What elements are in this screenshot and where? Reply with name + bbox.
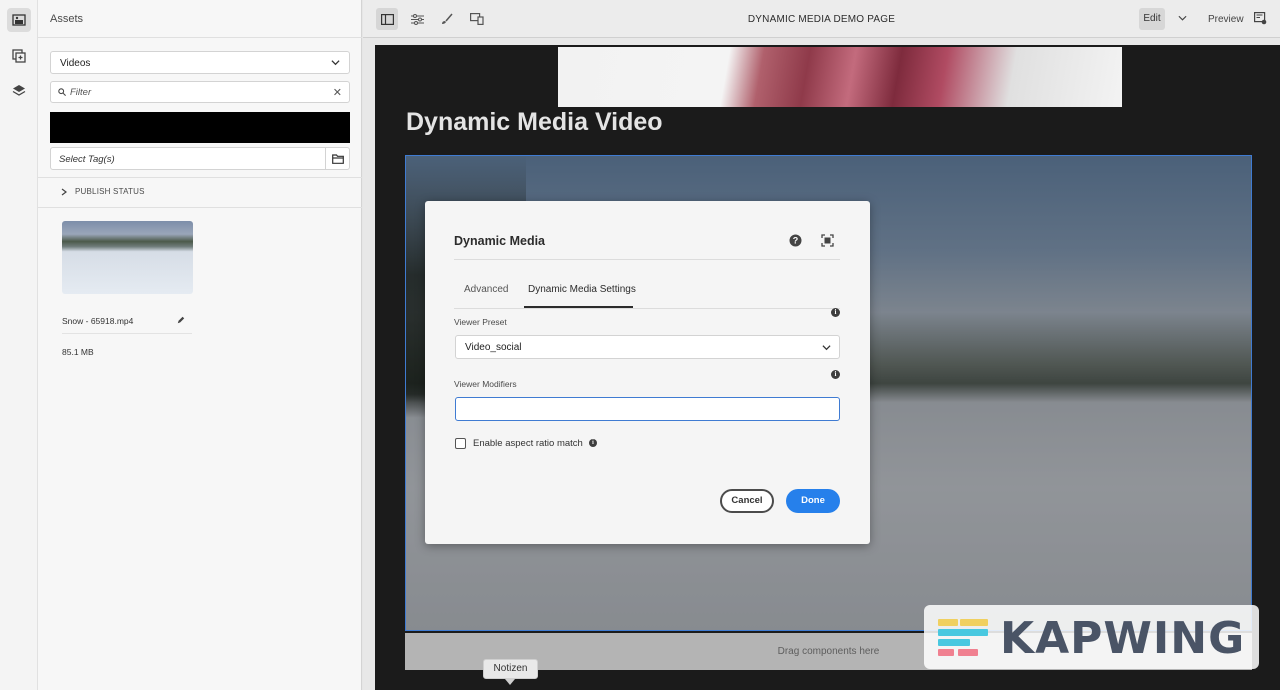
viewer-preset-label: Viewer Preset: [454, 317, 507, 327]
assets-panel: Assets Videos Filter ✕ Select Tag(s) PUB…: [38, 0, 362, 690]
search-icon: [58, 88, 66, 96]
asset-size: 85.1 MB: [62, 347, 94, 357]
logo-bar: [938, 629, 988, 636]
svg-text:?: ?: [793, 236, 799, 246]
divider: [38, 177, 362, 178]
logo-bar: [938, 639, 970, 646]
tab-advanced[interactable]: Advanced: [464, 284, 508, 295]
chevron-right-icon: [61, 188, 67, 196]
tooltip-arrow: [505, 679, 515, 685]
viewer-preset-select[interactable]: Video_social: [455, 335, 840, 359]
logo-bar: [960, 619, 988, 626]
tab-dynamic-media-settings[interactable]: Dynamic Media Settings: [528, 284, 636, 295]
aspect-ratio-checkbox[interactable]: [455, 438, 466, 449]
divider: [454, 259, 840, 260]
chevron-down-icon[interactable]: [1178, 15, 1187, 22]
tags-placeholder: Select Tag(s): [59, 154, 115, 165]
info-icon[interactable]: i: [831, 308, 840, 317]
page-heading: Dynamic Media Video: [406, 108, 663, 136]
viewer-preset-value: Video_social: [465, 342, 522, 353]
filter-placeholder: Filter: [70, 87, 92, 98]
left-rail: [0, 0, 38, 690]
help-icon[interactable]: ?: [789, 234, 802, 247]
publish-status-label: PUBLISH STATUS: [75, 187, 145, 196]
divider: [454, 308, 840, 309]
editor-toolbar: DYNAMIC MEDIA DEMO PAGE Edit Preview: [363, 0, 1280, 38]
divider: [38, 207, 362, 208]
tag-picker[interactable]: Select Tag(s): [50, 147, 350, 170]
hero-image: [558, 47, 1122, 107]
filter-input[interactable]: Filter ✕: [50, 81, 350, 103]
watermark-text: KAPWING: [1000, 613, 1246, 664]
watermark: KAPWING: [924, 605, 1259, 669]
preview-button[interactable]: Preview: [1208, 14, 1244, 25]
chevron-down-icon: [822, 345, 831, 351]
viewer-modifiers-label: Viewer Modifiers: [454, 379, 517, 389]
active-tab-indicator: [524, 306, 633, 308]
aspect-ratio-label: Enable aspect ratio match: [473, 438, 583, 449]
pencil-icon[interactable]: [177, 316, 185, 324]
viewer-modifiers-input[interactable]: [455, 397, 840, 421]
done-button[interactable]: Done: [786, 489, 840, 513]
chevron-down-icon: [331, 60, 340, 66]
logo-bar: [958, 649, 978, 656]
asset-type-value: Videos: [60, 58, 91, 69]
asset-thumbnail[interactable]: [62, 221, 193, 294]
publish-status-toggle[interactable]: PUBLISH STATUS: [61, 187, 145, 196]
logo-bar: [938, 649, 954, 656]
cancel-button[interactable]: Cancel: [720, 489, 774, 513]
dialog-title: Dynamic Media: [454, 234, 546, 248]
info-icon[interactable]: i: [589, 439, 597, 447]
asset-name: Snow - 65918.mp4: [62, 316, 134, 326]
asset-type-select[interactable]: Videos: [50, 51, 350, 74]
divider: [62, 333, 192, 334]
layers-rail-icon[interactable]: [7, 79, 31, 103]
logo-bar: [938, 619, 958, 626]
panel-title: Assets: [50, 13, 84, 25]
clear-icon[interactable]: ✕: [333, 86, 342, 99]
info-icon[interactable]: i: [831, 370, 840, 379]
dynamic-media-dialog: Dynamic Media ? Advanced Dynamic Media S…: [425, 201, 870, 544]
divider: [38, 37, 362, 38]
assets-rail-icon[interactable]: [7, 8, 31, 32]
components-rail-icon[interactable]: [7, 44, 31, 68]
redacted-block: [50, 112, 350, 143]
edit-mode-button[interactable]: Edit: [1139, 8, 1165, 30]
page-info-icon[interactable]: [1254, 12, 1267, 25]
folder-icon[interactable]: [325, 148, 349, 169]
notes-tooltip: Notizen: [483, 659, 538, 679]
fullscreen-icon[interactable]: [821, 234, 834, 247]
